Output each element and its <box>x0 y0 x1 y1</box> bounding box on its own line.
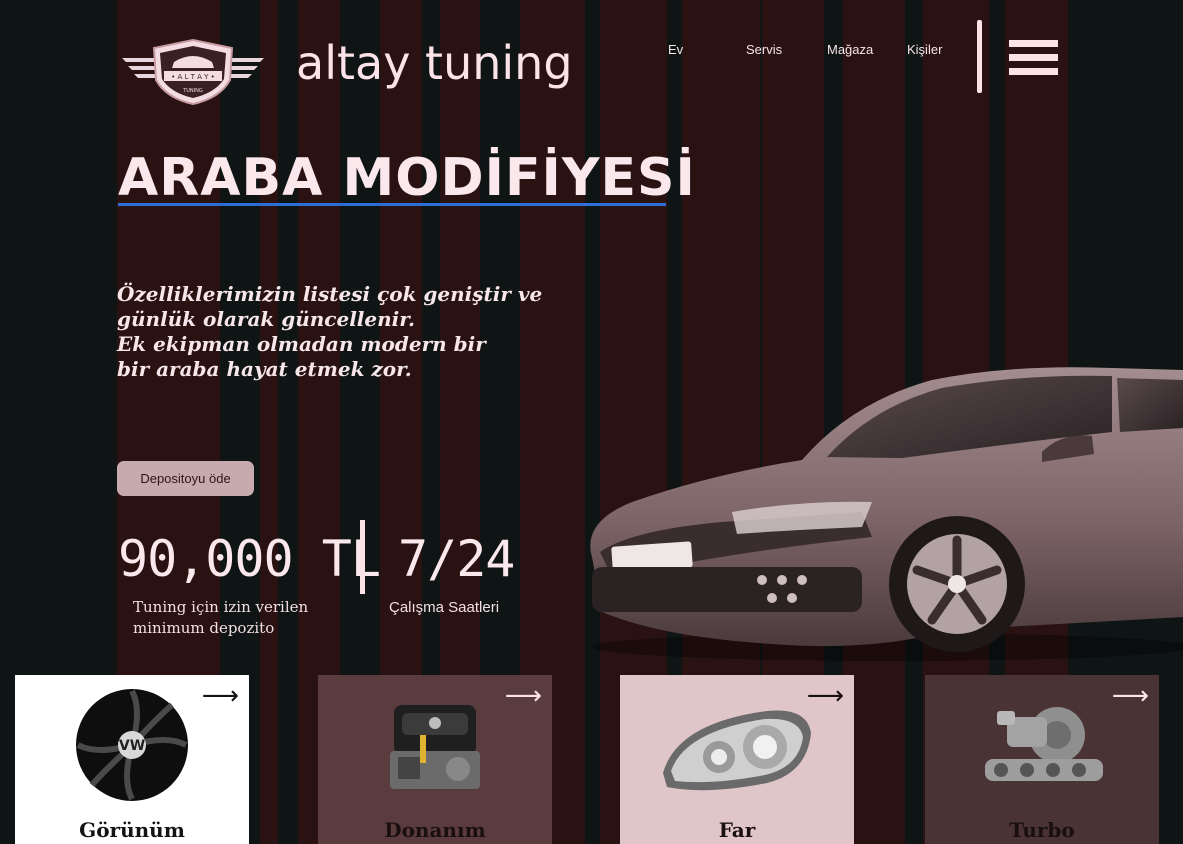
hamburger-menu-icon[interactable] <box>1009 40 1058 76</box>
card-hardware[interactable]: ⟶ Donanım <box>318 675 552 844</box>
hero-title: ARABA MODİFİYESİ <box>118 148 696 208</box>
nav-link-people[interactable]: Kişiler <box>907 42 942 57</box>
altay-shield-logo-icon: • A L T A Y • TUNING <box>122 38 264 106</box>
brand-name: altay tuning <box>296 36 573 90</box>
logo-mark-subtext: TUNING <box>182 88 203 94</box>
background-stripe <box>260 0 278 844</box>
card-headlight[interactable]: ⟶ Far <box>620 675 854 844</box>
card-headlight-label: Far <box>718 818 756 842</box>
title-underline <box>118 203 666 206</box>
card-turbo-label: Turbo <box>1009 818 1075 842</box>
stats-divider <box>360 520 365 594</box>
working-hours-value: 7/24 <box>398 530 515 588</box>
nav-link-home[interactable]: Ev <box>668 42 683 57</box>
card-appearance-arrow-icon[interactable]: ⟶ <box>202 683 239 709</box>
card-turbo[interactable]: ⟶ Turbo <box>925 675 1159 844</box>
card-appearance[interactable]: ⟶ VW Görünüm <box>15 675 249 844</box>
deposit-amount: 90,000 TL <box>118 530 381 588</box>
nav-divider <box>977 20 982 93</box>
working-hours-caption: Çalışma Saatleri <box>389 599 500 616</box>
deposit-caption: Tuning için izin verilen minimum depozit… <box>133 598 309 637</box>
hero-description: Özelliklerimizin listesi çok geniştir ve… <box>117 282 543 381</box>
engine-icon <box>390 705 480 789</box>
turbocharger-icon <box>985 707 1103 781</box>
headlight-icon <box>663 710 811 791</box>
nav-link-service[interactable]: Servis <box>746 42 782 57</box>
card-turbo-arrow-icon[interactable]: ⟶ <box>1112 683 1149 709</box>
wheel-hubcap-icon: VW <box>76 689 188 801</box>
nav-link-store[interactable]: Mağaza <box>827 42 873 57</box>
brand-logo[interactable]: • A L T A Y • TUNING <box>120 38 266 106</box>
logo-mark-text: • A L T A Y • <box>171 73 215 81</box>
card-hardware-arrow-icon[interactable]: ⟶ <box>505 683 542 709</box>
card-appearance-label: Görünüm <box>79 818 185 842</box>
car-image <box>590 367 1183 661</box>
pay-deposit-button[interactable]: Depositoyu öde <box>117 461 254 496</box>
vw-badge-text: VW <box>119 738 145 754</box>
card-hardware-label: Donanım <box>384 818 486 842</box>
